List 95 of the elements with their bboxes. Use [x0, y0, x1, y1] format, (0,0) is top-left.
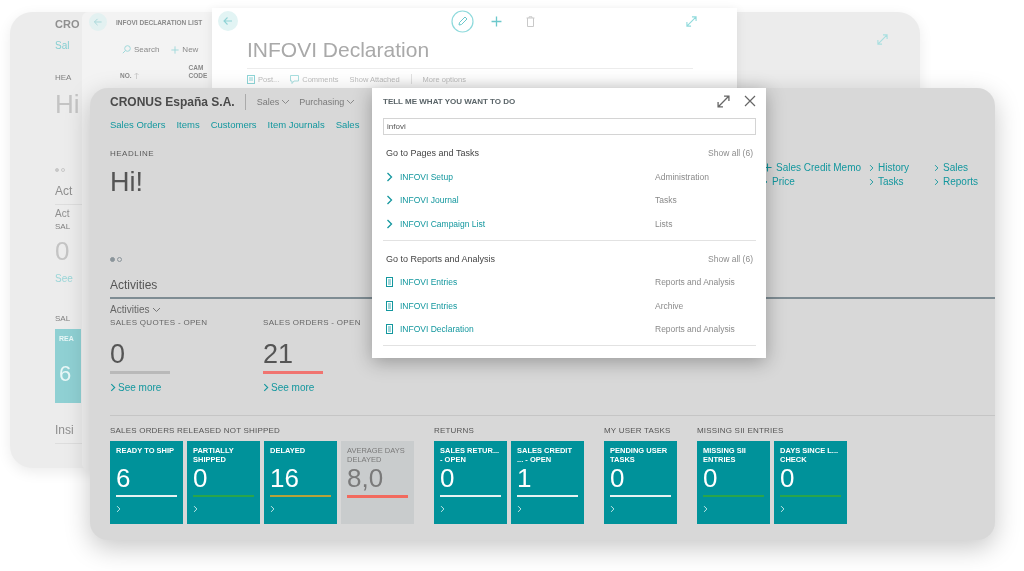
chevron-icon: [386, 195, 393, 206]
see-more-link[interactable]: See more: [110, 382, 162, 393]
chevron-icon: [386, 171, 393, 182]
section-title: Go to Reports and Analysis: [386, 253, 496, 264]
cue-label: SALES QUOTES - OPEN: [110, 318, 208, 327]
company-name: CRO: [55, 18, 80, 30]
chevron-down-icon: [346, 99, 356, 105]
document-icon: [247, 74, 255, 84]
tile-value: 0: [610, 464, 626, 492]
show-all-link[interactable]: Show all (6): [708, 148, 753, 158]
search-field[interactable]: infovi: [383, 118, 756, 135]
result-link[interactable]: INFOVI Entries: [400, 300, 655, 311]
activities-dropdown[interactable]: Activities: [110, 304, 162, 315]
nav-link[interactable]: Sales Orders: [110, 119, 166, 130]
headline-label: HEA: [55, 73, 72, 82]
result-category: Archive: [655, 300, 684, 311]
menu-button[interactable]: Purchasing: [299, 97, 356, 107]
section-title: Go to Pages and Tasks: [386, 148, 479, 158]
action-link[interactable]: History: [869, 162, 910, 173]
result-link[interactable]: INFOVI Declaration: [400, 324, 655, 335]
group-title: MISSING SII ENTRIES: [697, 426, 785, 435]
edit-button[interactable]: [451, 9, 474, 33]
chevron-icon: [610, 505, 615, 513]
comment-icon: [290, 74, 300, 84]
search-button[interactable]: Search: [122, 45, 160, 54]
headline-label: HEADLINE: [110, 149, 154, 158]
action-link[interactable]: Tasks: [869, 176, 904, 187]
tile-value: 16: [270, 464, 300, 492]
result-category: Reports and Analysis: [655, 324, 735, 335]
nav-link[interactable]: Item Journals: [267, 119, 325, 130]
back-button[interactable]: [218, 11, 238, 31]
tile-value: 6: [59, 360, 73, 388]
tile-value: 0: [440, 464, 456, 492]
nav-link[interactable]: Sales: [335, 119, 360, 130]
tile-value: 1: [517, 464, 533, 492]
activities-dropdown[interactable]: Act: [55, 208, 70, 219]
chevron-icon: [270, 505, 275, 513]
chevron-icon: [440, 505, 445, 513]
search-icon: [122, 45, 131, 54]
chevron-icon: [703, 505, 708, 513]
tile-value: 6: [116, 464, 132, 492]
result-link[interactable]: INFOVI Setup: [400, 171, 655, 182]
trash-icon[interactable]: [526, 15, 535, 27]
nav-link[interactable]: Customers: [210, 119, 257, 130]
dialog-title: TELL ME WHAT YOU WANT TO DO: [383, 96, 516, 106]
group-title: SALES ORDERS RELEASED NOT SHIPPED: [110, 426, 282, 435]
chevron-icon: [263, 382, 269, 393]
chevron-icon: [517, 505, 522, 513]
result-category: Lists: [655, 218, 673, 229]
cue-label: SAL: [55, 222, 71, 231]
cue-label: SALES ORDERS - OPEN: [263, 318, 361, 327]
close-icon[interactable]: [744, 95, 756, 107]
plus-icon: [491, 15, 502, 27]
chevron-icon: [386, 218, 393, 229]
result-category: Tasks: [655, 195, 677, 206]
result-link[interactable]: INFOVI Journal: [400, 195, 655, 206]
new-button[interactable]: New: [171, 45, 199, 54]
greeting-text: Hi!: [110, 167, 144, 198]
group-title: SAL: [55, 314, 71, 323]
chevron-icon: [116, 505, 121, 513]
plus-icon: [171, 45, 180, 54]
result-link[interactable]: INFOVI Entries: [400, 277, 655, 288]
result-category: Administration: [655, 171, 709, 182]
action-link[interactable]: Reports: [934, 176, 978, 187]
action-link[interactable]: Price: [763, 176, 795, 187]
expand-icon[interactable]: [717, 94, 730, 108]
report-icon: [386, 324, 393, 335]
nav-link[interactable]: Items: [176, 119, 200, 130]
see-more-link[interactable]: See more: [263, 382, 315, 393]
result-link[interactable]: INFOVI Campaign List: [400, 218, 655, 229]
carousel-dot[interactable]: [55, 168, 59, 172]
chevron-icon: [110, 382, 116, 393]
chevron-icon: [780, 505, 785, 513]
result-category: Reports and Analysis: [655, 277, 735, 288]
company-name: CRONUS España S.A.: [110, 95, 235, 109]
action-link[interactable]: Sales: [934, 162, 968, 173]
sort-arrow-icon: [133, 71, 139, 79]
menu-button[interactable]: Sales: [256, 97, 291, 107]
show-all-link[interactable]: Show all (6): [708, 253, 753, 264]
group-title: RETURNS: [434, 426, 476, 435]
report-icon: [386, 300, 393, 311]
cue-value[interactable]: 21: [263, 339, 294, 369]
back-button[interactable]: [89, 13, 107, 31]
chevron-down-icon: [152, 306, 162, 313]
cue-value[interactable]: 0: [110, 339, 126, 369]
chevron-icon: [193, 505, 198, 513]
tile-value: 0: [193, 464, 209, 492]
group-title: MY USER TASKS: [604, 426, 672, 435]
chevron-down-icon: [281, 99, 291, 105]
carousel-dot[interactable]: [110, 257, 115, 262]
tile-value: 0: [780, 464, 796, 492]
tile-value: 8,0: [347, 464, 385, 492]
report-icon: [386, 277, 393, 288]
page-title: INFOVI Declaration: [247, 38, 431, 62]
tile-value: 0: [703, 464, 719, 492]
